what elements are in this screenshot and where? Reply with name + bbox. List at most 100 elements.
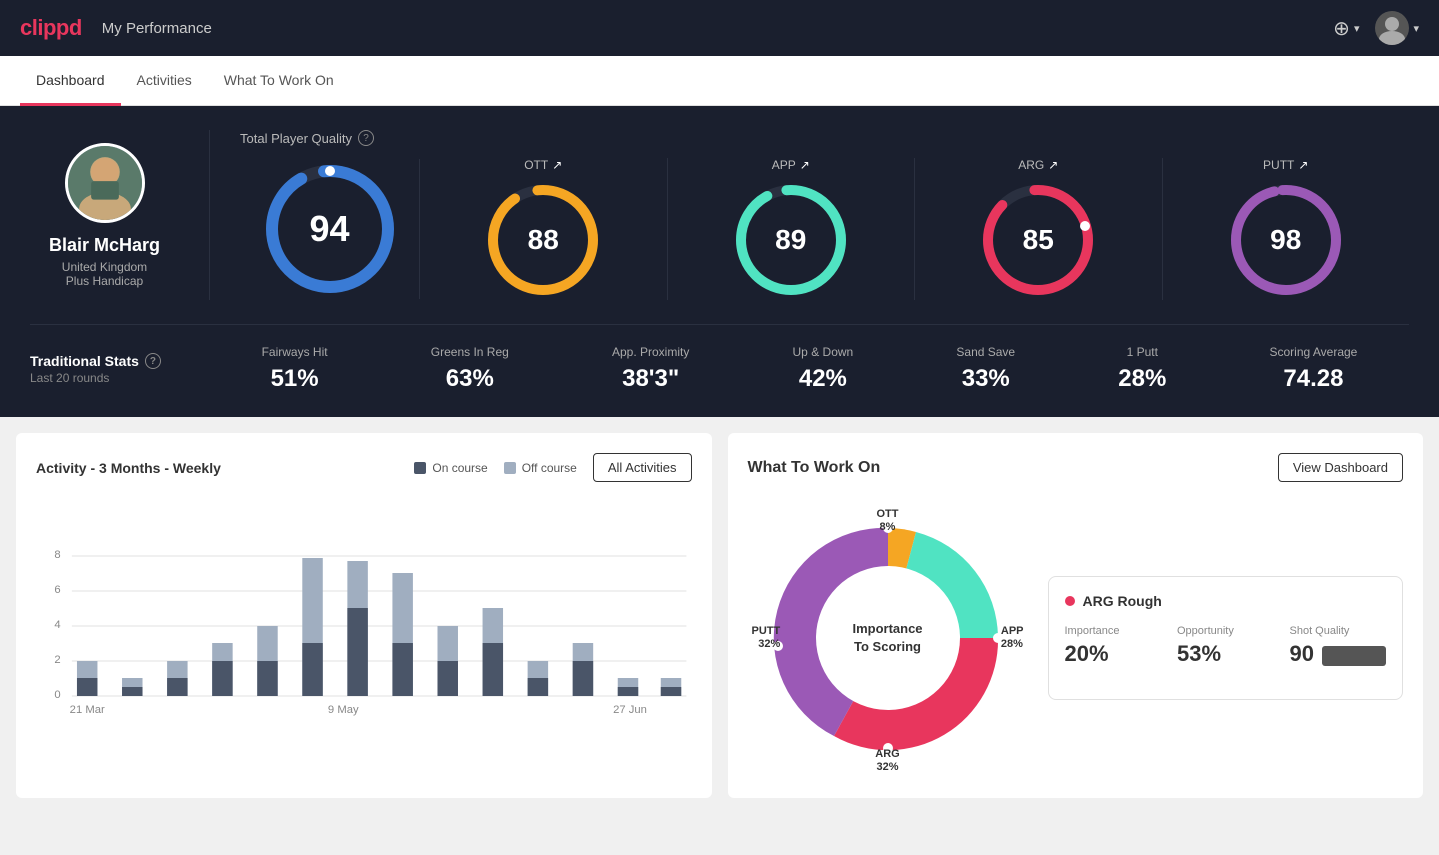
gauge-putt: PUTT ↗ 98 xyxy=(1163,158,1410,300)
legend-dot-offcourse xyxy=(504,462,516,474)
bar-on-11 xyxy=(528,678,548,696)
plus-icon: ⊕ xyxy=(1333,16,1350,41)
stat-group-subtitle: Last 20 rounds xyxy=(30,371,190,385)
bar-on-8 xyxy=(392,643,412,696)
arg-card-title: ARG Rough xyxy=(1065,593,1387,609)
work-card: What To Work On View Dashboard xyxy=(728,433,1424,798)
gauge-ott-wrap: 88 xyxy=(483,180,603,300)
gauge-ott: OTT ↗ 88 xyxy=(420,158,668,300)
arrow-up-icon: ↗ xyxy=(1048,158,1058,172)
arg-stats-row: Importance 20% Opportunity 53% Shot Qual… xyxy=(1065,625,1387,667)
work-content: ImportanceTo Scoring OTTOTT 8%8% APP28% … xyxy=(748,498,1404,778)
chart-svg: 0 2 4 6 8 xyxy=(36,498,692,718)
stat-updown: Up & Down 42% xyxy=(793,345,854,393)
bar-on-10 xyxy=(483,643,503,696)
help-icon[interactable]: ? xyxy=(145,353,161,369)
stat-label-group: Traditional Stats ? Last 20 rounds xyxy=(30,353,210,385)
gauge-app: APP ↗ 89 xyxy=(668,158,916,300)
svg-text:4: 4 xyxy=(54,619,60,631)
gauges-section: Total Player Quality ? 94 xyxy=(210,130,1409,300)
player-info: Blair McHarg United Kingdom Plus Handica… xyxy=(30,130,210,300)
svg-text:6: 6 xyxy=(54,584,60,596)
app-gauge-value: 89 xyxy=(775,224,806,256)
bar-on-3 xyxy=(167,678,187,696)
header-right: ⊕ ▾ ▾ xyxy=(1333,11,1419,45)
chevron-down-icon: ▾ xyxy=(1413,22,1419,35)
stat-proximity: App. Proximity 38'3" xyxy=(612,345,689,393)
add-button[interactable]: ⊕ ▾ xyxy=(1333,16,1359,41)
gauges-row: 94 OTT ↗ 88 xyxy=(240,158,1409,300)
donut-center-label: ImportanceTo Scoring xyxy=(852,620,922,656)
arg-stat-importance: Importance 20% xyxy=(1065,625,1162,667)
arrow-up-icon: ↗ xyxy=(552,158,562,172)
chart-card: Activity - 3 Months - Weekly On course O… xyxy=(16,433,712,798)
svg-text:21 Mar: 21 Mar xyxy=(70,704,105,716)
avatar xyxy=(65,143,145,223)
main-gauge-wrap: 94 xyxy=(260,159,400,299)
arg-stat-opportunity: Opportunity 53% xyxy=(1177,625,1274,667)
header-title: My Performance xyxy=(102,20,212,37)
player-country: United Kingdom xyxy=(62,260,147,274)
stat-greens: Greens In Reg 63% xyxy=(431,345,509,393)
arrow-up-icon: ↗ xyxy=(800,158,810,172)
header: clippd My Performance ⊕ ▾ ▾ xyxy=(0,0,1439,56)
logo[interactable]: clippd xyxy=(20,15,82,41)
stat-items: Fairways Hit 51% Greens In Reg 63% App. … xyxy=(210,345,1409,393)
chart-header: Activity - 3 Months - Weekly On course O… xyxy=(36,453,692,482)
arg-info-card: ARG Rough Importance 20% Opportunity 53%… xyxy=(1048,576,1404,700)
main-content: Activity - 3 Months - Weekly On course O… xyxy=(0,417,1439,814)
svg-text:9 May: 9 May xyxy=(328,704,359,716)
nav-tabs: Dashboard Activities What To Work On xyxy=(0,56,1439,106)
svg-text:2: 2 xyxy=(54,654,60,666)
bar-on-13 xyxy=(618,687,638,696)
gauge-putt-label: PUTT ↗ xyxy=(1263,158,1308,172)
donut-chart: ImportanceTo Scoring OTTOTT 8%8% APP28% … xyxy=(748,498,1028,778)
hero-top: Blair McHarg United Kingdom Plus Handica… xyxy=(30,130,1409,325)
help-icon[interactable]: ? xyxy=(358,130,374,146)
arg-segment-label: ARG32% xyxy=(875,748,899,774)
all-activities-button[interactable]: All Activities xyxy=(593,453,692,482)
chart-legend: On course Off course xyxy=(414,461,577,475)
stat-sandsave: Sand Save 33% xyxy=(956,345,1015,393)
arg-stat-shotquality: Shot Quality 90 xyxy=(1290,625,1387,667)
stat-fairways: Fairways Hit 51% xyxy=(262,345,328,393)
view-dashboard-button[interactable]: View Dashboard xyxy=(1278,453,1403,482)
shot-quality-bar xyxy=(1322,646,1386,666)
bar-on-2 xyxy=(122,687,142,696)
tab-what-to-work-on[interactable]: What To Work On xyxy=(208,57,350,106)
legend-dot-oncourse xyxy=(414,462,426,474)
total-quality-label: Total Player Quality ? xyxy=(240,130,1409,146)
main-gauge-value: 94 xyxy=(309,208,349,250)
tab-activities[interactable]: Activities xyxy=(121,57,208,106)
gauge-app-label: APP ↗ xyxy=(772,158,810,172)
bar-on-12 xyxy=(573,661,593,696)
logo-text: clippd xyxy=(20,15,82,41)
gauge-arg-wrap: 85 xyxy=(978,180,1098,300)
bar-on-5 xyxy=(257,661,277,696)
stat-scoring: Scoring Average 74.28 xyxy=(1270,345,1358,393)
work-title: What To Work On xyxy=(748,459,881,477)
arrow-up-icon: ↗ xyxy=(1298,158,1308,172)
bar-on-9 xyxy=(437,661,457,696)
work-header: What To Work On View Dashboard xyxy=(748,453,1404,482)
gauge-main: 94 xyxy=(240,159,420,299)
tab-dashboard[interactable]: Dashboard xyxy=(20,57,121,106)
bar-on-6 xyxy=(302,643,322,696)
bar-on-4 xyxy=(212,661,232,696)
putt-gauge-value: 98 xyxy=(1270,224,1301,256)
user-menu[interactable]: ▾ xyxy=(1375,11,1419,45)
header-left: clippd My Performance xyxy=(20,15,212,41)
player-name: Blair McHarg xyxy=(49,235,160,256)
hero-section: Blair McHarg United Kingdom Plus Handica… xyxy=(0,106,1439,417)
gauge-arg-label: ARG ↗ xyxy=(1018,158,1058,172)
stat-1putt: 1 Putt 28% xyxy=(1118,345,1166,393)
ott-label: OTTOTT 8%8% xyxy=(877,508,899,534)
arg-dot-indicator xyxy=(1065,596,1075,606)
ott-gauge-value: 88 xyxy=(528,224,559,256)
player-handicap: Plus Handicap xyxy=(66,274,143,288)
bar-on-14 xyxy=(661,687,681,696)
svg-text:27 Jun: 27 Jun xyxy=(613,704,647,716)
traditional-stats-row: Traditional Stats ? Last 20 rounds Fairw… xyxy=(30,325,1409,393)
avatar xyxy=(1375,11,1409,45)
bar-on-1 xyxy=(77,678,97,696)
